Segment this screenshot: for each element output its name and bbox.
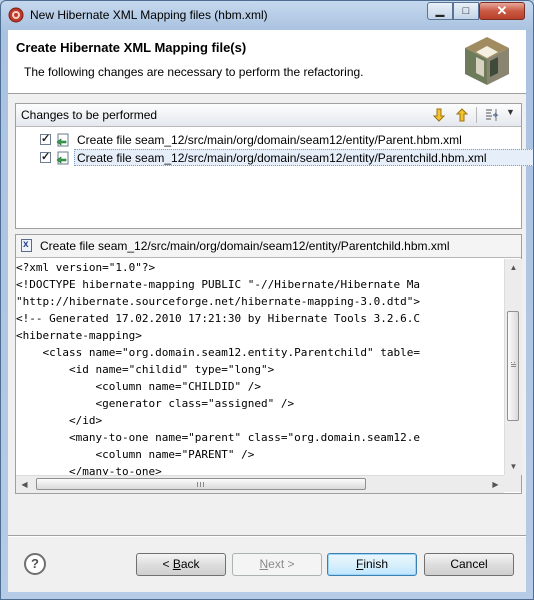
minimize-button[interactable]: ▁ xyxy=(427,2,453,20)
back-rest: ack xyxy=(180,557,200,571)
xml-file-icon: x xyxy=(21,239,32,252)
maximize-icon: □ xyxy=(462,5,470,17)
back-prefix: < xyxy=(162,557,173,571)
changes-header: Changes to be performed ▼ xyxy=(16,104,521,127)
preview-label: Create file seam_12/src/main/org/domain/… xyxy=(40,239,450,253)
view-menu-icon[interactable]: ▼ xyxy=(506,107,515,117)
button-bar-separator xyxy=(8,535,526,536)
scroll-corner xyxy=(504,475,521,492)
cancel-button[interactable]: Cancel xyxy=(424,553,514,576)
code-line: <?xml version="1.0"?> xyxy=(16,261,156,274)
grip-icon xyxy=(511,362,516,363)
code-line: <column name="PARENT" /> xyxy=(16,448,255,461)
change-checkbox[interactable]: ✓ xyxy=(40,133,51,145)
create-file-icon xyxy=(56,151,69,165)
wizard-banner: Create Hibernate XML Mapping file(s) The… xyxy=(8,30,526,94)
back-mnemonic: B xyxy=(172,557,181,571)
back-button[interactable]: < Back xyxy=(136,553,226,576)
changes-panel: Changes to be performed ▼ ✓ Create file … xyxy=(15,103,533,229)
vertical-scrollbar[interactable]: ▲ ▼ xyxy=(504,259,522,475)
code-line: </many-to-one> xyxy=(16,465,162,475)
scroll-left-icon[interactable]: ◀ xyxy=(16,476,33,493)
maximize-button[interactable]: □ xyxy=(453,2,479,20)
checkmark-icon: ✓ xyxy=(41,151,51,163)
change-checkbox[interactable]: ✓ xyxy=(40,151,51,163)
next-rest: ext > xyxy=(268,557,295,571)
horizontal-scroll-thumb[interactable] xyxy=(36,478,366,490)
help-icon: ? xyxy=(31,556,39,571)
code-line: <!DOCTYPE hibernate-mapping PUBLIC "-//H… xyxy=(16,278,420,291)
xml-file-glyph: x xyxy=(23,239,29,250)
close-icon: ✕ xyxy=(496,3,508,18)
next-button[interactable]: Next > xyxy=(232,553,322,576)
wizard-window: New Hibernate XML Mapping files (hbm.xml… xyxy=(0,0,534,600)
finish-button[interactable]: Finish xyxy=(327,553,417,576)
code-line: "http://hibernate.sourceforge.net/hibern… xyxy=(16,295,420,308)
help-button[interactable]: ? xyxy=(24,553,46,575)
code-line: <hibernate-mapping> xyxy=(16,329,142,342)
minimize-icon: ▁ xyxy=(435,5,445,17)
code-preview[interactable]: <?xml version="1.0"?> <!DOCTYPE hibernat… xyxy=(16,259,504,475)
hibernate-logo-icon xyxy=(465,37,509,85)
create-file-icon xyxy=(56,133,69,147)
change-item-label: Create file seam_12/src/main/org/domain/… xyxy=(77,151,487,165)
window-title: New Hibernate XML Mapping files (hbm.xml… xyxy=(30,8,268,22)
dialog-client: Create Hibernate XML Mapping file(s) The… xyxy=(8,30,533,592)
code-line: <many-to-one name="parent" class="org.do… xyxy=(16,431,420,444)
changes-label: Changes to be performed xyxy=(21,108,158,122)
compare-view-icon[interactable] xyxy=(484,107,500,123)
code-line: <class name="org.domain.seam12.entity.Pa… xyxy=(16,346,420,359)
eclipse-icon xyxy=(8,7,24,23)
scroll-right-icon[interactable]: ▶ xyxy=(487,476,504,493)
horizontal-scrollbar[interactable]: ◀ ▶ xyxy=(16,475,504,493)
code-line: <generator class="assigned" /> xyxy=(16,397,295,410)
finish-rest: inish xyxy=(363,557,389,571)
title-bar[interactable]: New Hibernate XML Mapping files (hbm.xml… xyxy=(1,1,533,29)
code-line: <!-- Generated 17.02.2010 17:21:30 by Hi… xyxy=(16,312,420,325)
header-separator xyxy=(476,107,477,123)
code-line: <column name="CHILDID" /> xyxy=(16,380,262,393)
banner-description: The following changes are necessary to p… xyxy=(24,65,364,79)
code-line: </id> xyxy=(16,414,103,427)
arrow-down-icon[interactable] xyxy=(431,107,447,123)
scroll-down-icon[interactable]: ▼ xyxy=(505,458,522,475)
banner-title: Create Hibernate XML Mapping file(s) xyxy=(16,40,247,55)
grip-icon xyxy=(197,482,204,487)
change-item-label: Create file seam_12/src/main/org/domain/… xyxy=(77,133,462,147)
scroll-up-icon[interactable]: ▲ xyxy=(505,259,522,276)
vertical-scroll-thumb[interactable] xyxy=(507,311,519,421)
checkmark-icon: ✓ xyxy=(41,133,51,145)
arrow-up-icon[interactable] xyxy=(454,107,470,123)
preview-panel: x Create file seam_12/src/main/org/domai… xyxy=(15,234,522,494)
close-button[interactable]: ✕ xyxy=(479,2,525,20)
code-line: <id name="childid" type="long"> xyxy=(16,363,275,376)
preview-header: x Create file seam_12/src/main/org/domai… xyxy=(16,235,521,258)
next-mnemonic: N xyxy=(259,557,269,571)
